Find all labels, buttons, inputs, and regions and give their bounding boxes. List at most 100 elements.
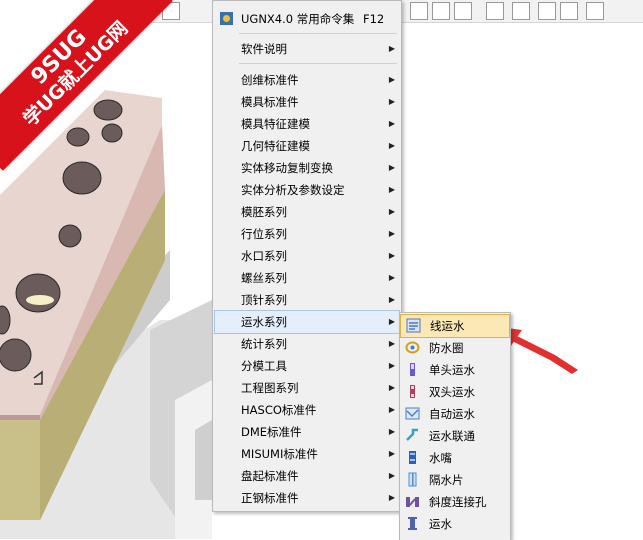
line-cooling-icon <box>406 318 421 333</box>
submenu-arrow-icon: ▶ <box>388 163 395 172</box>
menu-item-label: 水口系列 <box>241 249 287 263</box>
submenu-arrow-icon: ▶ <box>388 75 395 84</box>
submenu-item-connect[interactable]: 运水联通 <box>400 425 510 447</box>
menu-item-solid-transform[interactable]: 实体移动复制变换 ▶ <box>213 157 401 179</box>
main-menu: UGNX4.0 常用命令集 F12 软件说明 ▶ 创维标准件 ▶ 模具标准件 ▶ 模具… <box>212 0 402 512</box>
submenu-item-single-end[interactable]: 单头运水 <box>400 359 510 381</box>
submenu-arrow-icon: ▶ <box>388 229 395 238</box>
menu-item-label: 行位系列 <box>241 227 287 241</box>
menu-item-drawing[interactable]: 工程图系列 ▶ <box>213 377 401 399</box>
toolbar-tool-icon[interactable] <box>538 2 556 20</box>
menu-item-geometry-feature[interactable]: 几何特征建模 ▶ <box>213 135 401 157</box>
menu-item-label: 模具特征建模 <box>241 117 310 131</box>
menu-item-label: 模胚系列 <box>241 205 287 219</box>
submenu-arrow-icon: ▶ <box>388 251 395 260</box>
submenu-item-baffle[interactable]: 隔水片 <box>400 469 510 491</box>
menu-item-label: 顶针系列 <box>241 293 287 307</box>
submenu-item-label: 水嘴 <box>429 451 452 465</box>
menu-item-punch[interactable]: 盘起标准件 ▶ <box>213 465 401 487</box>
menu-item-label: 实体移动复制变换 <box>241 161 333 175</box>
submenu-arrow-icon: ▶ <box>388 317 395 326</box>
toolbar-tool-icon[interactable] <box>560 2 578 20</box>
submenu-item-nozzle[interactable]: 水嘴 <box>400 447 510 469</box>
ugnx-icon <box>220 12 233 25</box>
submenu-item-label: 防水圈 <box>429 341 464 355</box>
menu-item-label: 实体分析及参数设定 <box>241 183 345 197</box>
menu-item-solid-analysis[interactable]: 实体分析及参数设定 ▶ <box>213 179 401 201</box>
menu-item-label: 运水系列 <box>241 315 287 329</box>
submenu-arrow-icon: ▶ <box>388 44 395 53</box>
toolbar-tool-icon[interactable] <box>586 2 604 20</box>
submenu-arrow-icon: ▶ <box>388 295 395 304</box>
menu-item-label: 分模工具 <box>241 359 287 373</box>
menu-item-misumi[interactable]: MISUMI标准件 ▶ <box>213 443 401 465</box>
menu-item-cooling[interactable]: 运水系列 ▶ <box>214 310 400 334</box>
menu-item-mold-std[interactable]: 模具标准件 ▶ <box>213 91 401 113</box>
menu-item-screw[interactable]: 螺丝系列 ▶ <box>213 267 401 289</box>
double-end-cooling-icon <box>410 385 415 398</box>
menu-item-label: HASCO标准件 <box>241 403 317 417</box>
menu-item-dme[interactable]: DME标准件 ▶ <box>213 421 401 443</box>
cooling-submenu: 线运水 防水圈 单头运水 双头运水 自动运水 运水联通 水嘴 隔水片 斜度连接孔… <box>399 312 511 540</box>
menu-item-zhenggang[interactable]: 正钢标准件 ▶ <box>213 487 401 509</box>
submenu-arrow-icon: ▶ <box>388 405 395 414</box>
menu-item-ejector[interactable]: 顶针系列 ▶ <box>213 289 401 311</box>
submenu-item-label: 斜度连接孔 <box>429 495 487 509</box>
submenu-arrow-icon: ▶ <box>388 119 395 128</box>
submenu-item-o-ring[interactable]: 防水圈 <box>400 337 510 359</box>
menu-item-label: 模具标准件 <box>241 95 299 109</box>
menu-item-hasco[interactable]: HASCO标准件 ▶ <box>213 399 401 421</box>
toolbar-tool-icon[interactable] <box>486 2 504 20</box>
single-end-cooling-icon <box>410 363 415 376</box>
submenu-arrow-icon: ▶ <box>388 141 395 150</box>
menu-item-label: 工程图系列 <box>241 381 299 395</box>
menu-item-label: DME标准件 <box>241 425 302 439</box>
menu-item-label: 统计系列 <box>241 337 287 351</box>
submenu-item-cooling[interactable]: 运水 <box>400 513 510 535</box>
submenu-arrow-icon: ▶ <box>388 97 395 106</box>
toolbar-tool-icon[interactable] <box>454 2 472 20</box>
submenu-item-angled-hole[interactable]: 斜度连接孔 <box>400 491 510 513</box>
submenu-item-auto[interactable]: 自动运水 <box>400 403 510 425</box>
menu-item-parting-tools[interactable]: 分模工具 ▶ <box>213 355 401 377</box>
menu-item-label: 软件说明 <box>241 42 287 56</box>
menu-separator <box>239 63 397 64</box>
menu-item-chuangwei-std[interactable]: 创维标准件 ▶ <box>213 69 401 91</box>
menu-item-label: 正钢标准件 <box>241 491 299 505</box>
submenu-arrow-icon: ▶ <box>388 185 395 194</box>
submenu-item-label: 隔水片 <box>429 473 464 487</box>
submenu-arrow-icon: ▶ <box>388 207 395 216</box>
toolbar-tool-icon[interactable] <box>512 2 530 20</box>
submenu-item-label: 自动运水 <box>429 407 475 421</box>
menu-item-statistics[interactable]: 统计系列 ▶ <box>213 333 401 355</box>
submenu-item-double-end[interactable]: 双头运水 <box>400 381 510 403</box>
submenu-arrow-icon: ▶ <box>388 339 395 348</box>
cooling-icon <box>408 517 417 530</box>
submenu-item-label: 双头运水 <box>429 385 475 399</box>
menu-item-label: 螺丝系列 <box>241 271 287 285</box>
menu-item-label: 创维标准件 <box>241 73 299 87</box>
submenu-arrow-icon: ▶ <box>388 427 395 436</box>
submenu-item-line-cooling[interactable]: 线运水 <box>400 314 510 338</box>
submenu-arrow-icon: ▶ <box>388 493 395 502</box>
angled-hole-icon <box>406 497 419 507</box>
toolbar-tool-icon[interactable] <box>410 2 428 20</box>
water-nozzle-icon <box>409 451 416 464</box>
menu-item-label: 盘起标准件 <box>241 469 299 483</box>
menu-separator <box>239 33 397 34</box>
menu-item-shortcut: F12 <box>363 12 385 26</box>
menu-item-ugnx-commands[interactable]: UGNX4.0 常用命令集 F12 <box>213 8 401 30</box>
menu-item-software-notes[interactable]: 软件说明 ▶ <box>213 38 401 60</box>
menu-item-mold-feature[interactable]: 模具特征建模 ▶ <box>213 113 401 135</box>
menu-item-mold-base[interactable]: 模胚系列 ▶ <box>213 201 401 223</box>
submenu-item-label: 线运水 <box>430 319 465 333</box>
menu-item-slider[interactable]: 行位系列 ▶ <box>213 223 401 245</box>
o-ring-icon <box>405 341 420 354</box>
menu-item-label: UGNX4.0 常用命令集 <box>241 12 355 26</box>
submenu-item-label: 运水 <box>429 517 452 531</box>
submenu-arrow-icon: ▶ <box>388 361 395 370</box>
menu-item-gate[interactable]: 水口系列 ▶ <box>213 245 401 267</box>
submenu-item-label: 运水联通 <box>429 429 475 443</box>
toolbar-tool-icon[interactable] <box>432 2 450 20</box>
submenu-arrow-icon: ▶ <box>388 471 395 480</box>
